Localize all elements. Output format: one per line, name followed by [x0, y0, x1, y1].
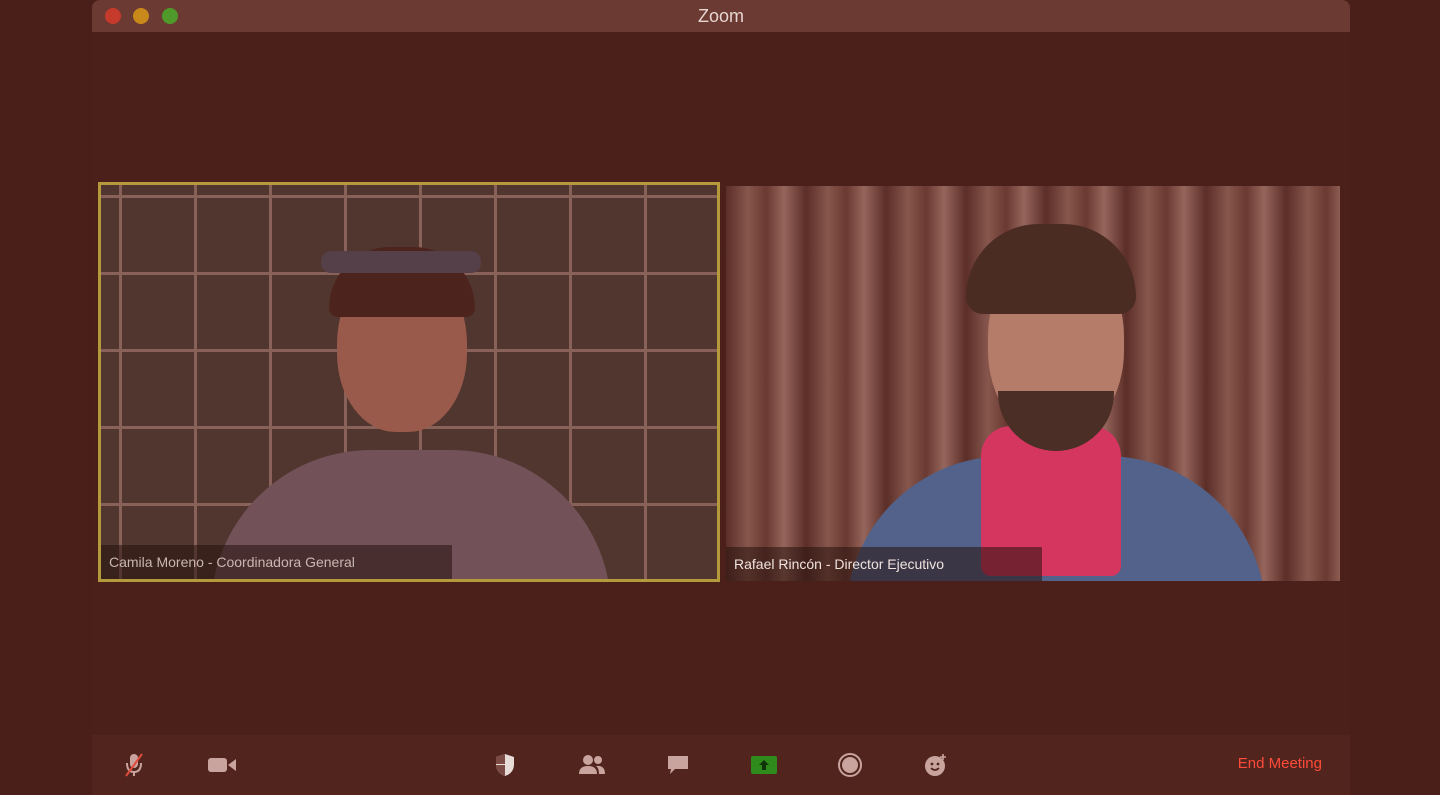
- video-tile-rafael[interactable]: Rafael Rincón - Director Ejecutivo: [726, 186, 1340, 581]
- meeting-toolbar: End Meeting: [92, 735, 1350, 795]
- video-camera-icon[interactable]: [206, 749, 238, 781]
- video-tint-overlay: [101, 185, 717, 579]
- participant-name-label: Camila Moreno - Coordinadora General: [101, 545, 452, 579]
- title-bar: Zoom: [92, 0, 1350, 32]
- security-shield-icon[interactable]: [489, 749, 521, 781]
- share-screen-icon[interactable]: [748, 749, 780, 781]
- participants-icon[interactable]: [576, 749, 608, 781]
- participant-name-label: Rafael Rincón - Director Ejecutivo: [726, 547, 1042, 581]
- microphone-muted-icon[interactable]: [118, 749, 150, 781]
- window-title: Zoom: [697, 6, 744, 26]
- chat-icon[interactable]: [662, 749, 694, 781]
- record-icon[interactable]: [834, 749, 866, 781]
- video-tile-camila[interactable]: Camila Moreno - Coordinadora General: [98, 182, 720, 582]
- reactions-icon[interactable]: [920, 749, 952, 781]
- end-meeting-button[interactable]: End Meeting: [1238, 755, 1322, 772]
- zoom-window: Zoom Camila Moreno - Coordinadora Genera…: [92, 0, 1350, 795]
